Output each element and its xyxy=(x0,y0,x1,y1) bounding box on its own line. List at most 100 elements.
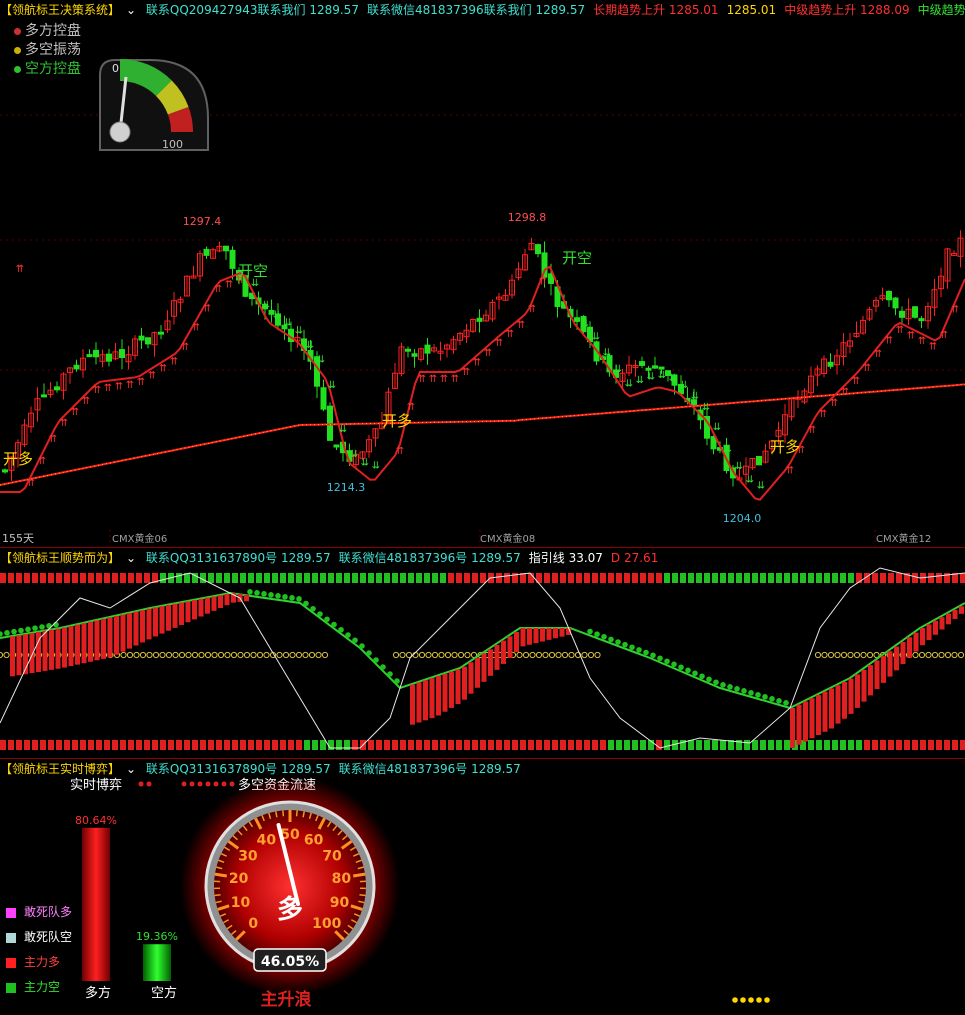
dial-number-70: 70 xyxy=(322,848,342,864)
osc-dot-0-1 xyxy=(4,630,10,636)
bottom-strip-25 xyxy=(200,740,206,750)
dial-number-60: 60 xyxy=(304,833,324,849)
bull-bar xyxy=(82,827,110,981)
baseline-dot-1-4 xyxy=(418,651,426,659)
bottom-strip-72 xyxy=(576,740,582,750)
osc-bar-2-0 xyxy=(790,708,795,748)
candle-body-21 xyxy=(138,335,145,341)
baseline-dot-0-1 xyxy=(3,651,10,659)
baseline-dot-2-3 xyxy=(834,651,841,659)
up-arrow-icon: ⇈ xyxy=(192,323,200,334)
flow-dot-5 xyxy=(221,781,227,787)
bottom-strip-51 xyxy=(408,740,414,750)
bottom-strip-89 xyxy=(712,740,718,750)
top-strip-69 xyxy=(552,573,558,583)
candle-body-127 xyxy=(827,361,834,367)
oscillator-chart[interactable] xyxy=(0,548,965,758)
contract-label-0: CMX黄金06 xyxy=(112,532,167,545)
up-arrow-icon: ⇈ xyxy=(462,367,470,378)
legend-main-bear: 主力空 xyxy=(6,978,72,1003)
down-arrow-icon: ⇊ xyxy=(581,318,589,329)
baseline-dot-1-25 xyxy=(555,651,562,659)
top-strip-110 xyxy=(880,573,886,583)
top-strip-52 xyxy=(416,573,422,583)
osc-dot-2-24 xyxy=(755,692,761,698)
top-strip-46 xyxy=(368,573,374,583)
bottom-strip-118 xyxy=(944,740,950,750)
osc-dot-1-21 xyxy=(394,678,400,684)
baseline-dot-2-0 xyxy=(814,651,822,659)
top-strip-93 xyxy=(744,573,750,583)
baseline-dot-2-6 xyxy=(853,651,861,659)
baseline-dot-2-22 xyxy=(957,651,965,659)
top-strip-14 xyxy=(112,573,118,583)
bottom-strip-80 xyxy=(640,740,646,750)
osc-dot-2-4 xyxy=(615,639,621,645)
baseline-dot-0-46 xyxy=(295,651,303,659)
top-strip-22 xyxy=(176,573,182,583)
top-strip-100 xyxy=(800,573,806,583)
osc-dot-2-23 xyxy=(748,690,754,696)
osc-dot-2-12 xyxy=(671,661,677,668)
candle-body-140 xyxy=(912,306,918,318)
baseline-dot-1-7 xyxy=(438,651,445,659)
bottom-strip-54 xyxy=(432,740,438,750)
bottom-strip-2 xyxy=(16,740,22,750)
main-candlestick-chart[interactable]: ⇊⇊⇊⇊⇊⇊⇊⇊⇊⇊⇊ ⇊⇊⇊⇊⇊⇊ ⇊ ⇊ ⇊ ⇊⇊⇊⇊⇊⇊⇊⇊⇊⇈⇈⇈⇈⇈⇈⇈⇈ ⇈ ⇈ ⇈… xyxy=(0,0,965,548)
bottom-strip-37 xyxy=(296,740,302,750)
baseline-dot-1-27 xyxy=(568,651,575,659)
bottom-strip-60 xyxy=(480,740,486,750)
candle-body-65 xyxy=(424,344,431,354)
bottom-strip-53 xyxy=(424,740,430,750)
trend-gauge: 0 100 xyxy=(99,59,209,151)
osc-bar-1-21 xyxy=(546,628,552,640)
bottom-strip-70 xyxy=(560,740,566,750)
signal-label-3: 开空 xyxy=(562,249,592,267)
osc-dot-2-5 xyxy=(622,641,628,648)
bottom-strip-48 xyxy=(384,740,390,750)
up-arrow-icon: ⇈ xyxy=(528,304,536,315)
baseline-dot-0-23 xyxy=(146,651,153,659)
bottom-strip-14 xyxy=(112,740,118,750)
osc-dot-1-9 xyxy=(310,605,316,612)
osc-dot-2-2 xyxy=(601,633,607,640)
up-arrow-icon: ⇈ xyxy=(808,425,816,436)
top-strip-86 xyxy=(688,573,694,583)
top-strip-72 xyxy=(576,573,582,583)
osc-dot-0-4 xyxy=(25,626,31,633)
bottom-strip-26 xyxy=(208,740,214,750)
down-arrow-icon: ⇊ xyxy=(361,458,369,469)
osc-bar-1-9 xyxy=(468,662,474,694)
osc-bar-1-18 xyxy=(527,628,532,645)
down-arrow-icon: ⇊ xyxy=(702,402,710,413)
osc-bar-0-17 xyxy=(120,614,126,652)
osc-bar-1-8 xyxy=(462,666,467,700)
top-strip-111 xyxy=(888,573,894,583)
range-dot-icon xyxy=(14,46,21,54)
candle-body-13 xyxy=(86,354,93,358)
baseline-dot-0-20 xyxy=(126,651,134,659)
osc-dot-2-26 xyxy=(769,696,775,702)
candle-body-8 xyxy=(54,386,60,391)
down-arrow-icon: ⇊ xyxy=(680,380,688,391)
bottom-strip-24 xyxy=(192,740,198,750)
top-strip-51 xyxy=(408,573,414,583)
top-strip-105 xyxy=(840,573,846,583)
top-strip-74 xyxy=(592,573,598,583)
price-label-1: 1298.8 xyxy=(508,211,547,224)
top-strip-9 xyxy=(72,573,78,583)
osc-dot-2-10 xyxy=(657,655,663,662)
up-arrow-icon: ⇈ xyxy=(181,342,189,353)
baseline-dot-2-1 xyxy=(821,651,828,659)
candle-body-136 xyxy=(886,290,892,301)
up-arrow-icon: ⇈ xyxy=(418,374,426,385)
up-arrow-icon: ⇈ xyxy=(16,264,24,275)
contract-label-2: CMX黄金12 xyxy=(876,532,931,545)
candle-body-137 xyxy=(892,297,899,309)
down-arrow-icon: ⇊ xyxy=(372,460,380,471)
bottom-strip-75 xyxy=(600,740,606,750)
top-strip-38 xyxy=(304,573,310,583)
bottom-strip-105 xyxy=(840,740,846,750)
top-strip-13 xyxy=(104,573,110,583)
bottom-strip-95 xyxy=(760,740,766,750)
